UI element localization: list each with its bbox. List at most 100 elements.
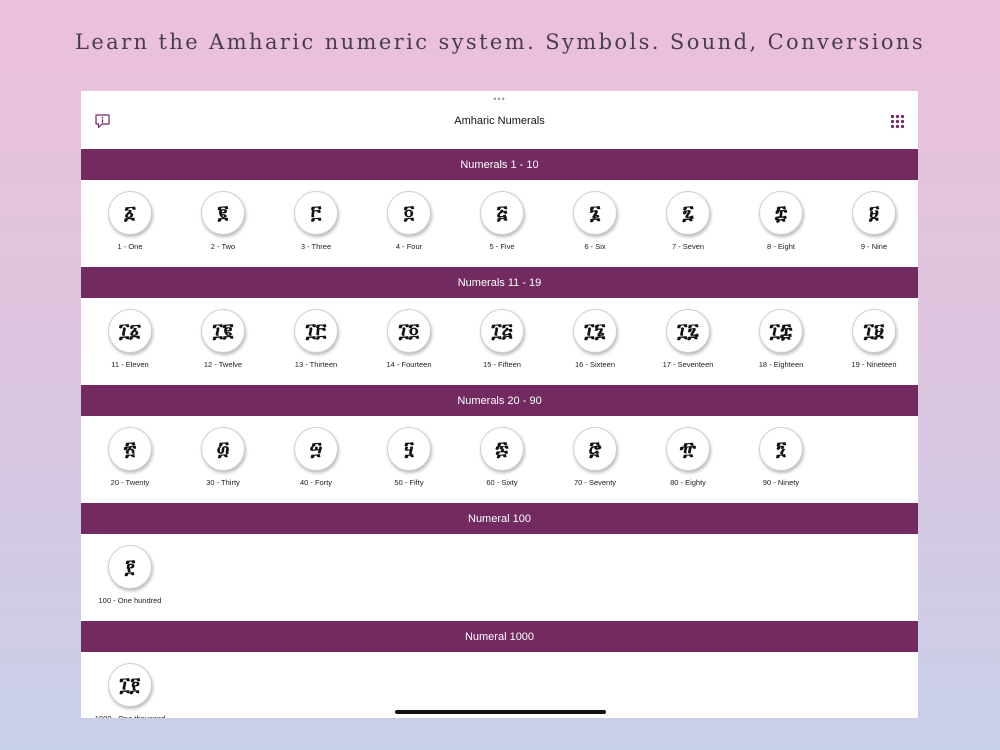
numeral-item[interactable]: ፯ 7 - Seven [642,191,735,251]
numeral-symbol-button[interactable]: ፲፻ [108,663,152,707]
numeral-item[interactable]: ፲፻ 1000 - One thousand [84,663,177,718]
app-title: Amharic Numerals [454,115,545,127]
numeral-label: 4 - Four [395,242,423,251]
section-header: Numerals 20 - 90 [81,385,918,416]
numeral-item[interactable]: ፹ 80 - Eighty [642,427,735,487]
numeral-item[interactable]: ፲፯ 17 - Seventeen [642,309,735,369]
numeral-item[interactable]: ፶ 50 - Fifty [363,427,456,487]
numeral-label: 7 - Seven [671,242,705,251]
grid-menu-icon[interactable] [890,114,905,129]
numeral-item[interactable]: ፲፩ 11 - Eleven [84,309,177,369]
numeral-item[interactable]: ፻ 100 - One hundred [84,545,177,605]
numeral-label: 20 - Twenty [110,478,150,487]
numeral-symbol-button[interactable]: ፳ [108,427,152,471]
section-header: Numerals 1 - 10 [81,149,918,180]
numeral-label: 13 - Thirteen [294,360,338,369]
numeral-symbol-button[interactable]: ፲፭ [480,309,524,353]
numeral-row: ፳ 20 - Twenty ፴ 30 - Thirty ፵ 40 - Forty ፶ 50 -… [81,416,918,503]
numeral-row: ፻ 100 - One hundred [81,534,918,621]
numeral-symbol-button[interactable]: ፲፬ [387,309,431,353]
numeral-item[interactable]: ፸ 70 - Seventy [549,427,642,487]
app-store-headline: Learn the Amharic numeric system. Symbol… [74,30,925,54]
numeral-symbol-button[interactable]: ፭ [480,191,524,235]
numeral-symbol-button[interactable]: ፯ [666,191,710,235]
numeral-item[interactable]: ፲፱ 19 - Nineteen [828,309,919,369]
window-grabber[interactable]: ••• [81,95,918,104]
numeral-item[interactable]: ፰ 8 - Eight [735,191,828,251]
numeral-item[interactable]: ፲፪ 12 - Twelve [177,309,270,369]
navigation-bar: Amharic Numerals [81,107,918,137]
numeral-symbol-button[interactable]: ፹ [666,427,710,471]
numeral-symbol-button[interactable]: ፵ [294,427,338,471]
numeral-label: 14 - Fourteen [386,360,432,369]
home-indicator[interactable] [395,710,606,714]
numeral-label: 17 - Seventeen [662,360,714,369]
numeral-symbol-button[interactable]: ፮ [573,191,617,235]
numeral-label: 2 - Two [210,242,236,251]
numeral-label: 60 - Sixty [486,478,518,487]
numeral-symbol-button[interactable]: ፲፫ [294,309,338,353]
numeral-label: 9 - Nine [860,242,888,251]
section-header: Numeral 1000 [81,621,918,652]
numeral-item[interactable]: ፫ 3 - Three [270,191,363,251]
numeral-symbol-button[interactable]: ፪ [201,191,245,235]
numeral-item[interactable]: ፭ 5 - Five [456,191,549,251]
numeral-row: ፩ 1 - One ፪ 2 - Two ፫ 3 - Three ፬ 4 - Four ፭ 5 - … [81,180,918,267]
numeral-item[interactable]: ፲፰ 18 - Eighteen [735,309,828,369]
numeral-label: 1000 - One thousand [95,714,165,718]
numeral-item[interactable]: ፪ 2 - Two [177,191,270,251]
numeral-symbol-button[interactable]: ፲፱ [852,309,896,353]
numeral-label: 30 - Thirty [206,478,240,487]
numeral-item[interactable]: ፩ 1 - One [84,191,177,251]
numeral-symbol-button[interactable]: ፰ [759,191,803,235]
numeral-item[interactable]: ፷ 60 - Sixty [456,427,549,487]
numeral-symbol-button[interactable]: ፺ [759,427,803,471]
numeral-label: 5 - Five [489,242,515,251]
numeral-item[interactable]: ፴ 30 - Thirty [177,427,270,487]
numeral-label: 12 - Twelve [203,360,243,369]
numeral-item[interactable]: ፵ 40 - Forty [270,427,363,487]
numeral-item[interactable]: ፲፬ 14 - Fourteen [363,309,456,369]
numeral-symbol-button[interactable]: ፴ [201,427,245,471]
numeral-label: 16 - Sixteen [574,360,616,369]
numeral-item[interactable]: ፮ 6 - Six [549,191,642,251]
numerals-list: Numerals 1 - 10 ፩ 1 - One ፪ 2 - Two ፫ 3 - Thre… [81,149,918,718]
numeral-symbol-button[interactable]: ፸ [573,427,617,471]
numeral-label: 80 - Eighty [670,478,706,487]
numeral-label: 1 - One [117,242,143,251]
numeral-symbol-button[interactable]: ፲፩ [108,309,152,353]
numeral-label: 19 - Nineteen [851,360,897,369]
numeral-symbol-button[interactable]: ፷ [480,427,524,471]
numeral-item[interactable]: ፺ 90 - Ninety [735,427,828,487]
numeral-item[interactable]: ፳ 20 - Twenty [84,427,177,487]
numeral-label: 15 - Fifteen [483,360,521,369]
numeral-symbol-button[interactable]: ፻ [108,545,152,589]
numeral-symbol-button[interactable]: ፫ [294,191,338,235]
numeral-symbol-button[interactable]: ፲፪ [201,309,245,353]
section-header: Numerals 11 - 19 [81,267,918,298]
numeral-label: 50 - Fifty [394,478,424,487]
numeral-item[interactable]: ፱ 9 - Nine [828,191,919,251]
numeral-symbol-button[interactable]: ፲፮ [573,309,617,353]
numeral-label: 3 - Three [300,242,332,251]
numeral-label: 6 - Six [584,242,606,251]
numeral-row: ፲፻ 1000 - One thousand [81,652,918,718]
numeral-symbol-button[interactable]: ፲፯ [666,309,710,353]
numeral-symbol-button[interactable]: ፩ [108,191,152,235]
numeral-label: 100 - One hundred [98,596,162,605]
numeral-label: 70 - Seventy [573,478,617,487]
numeral-symbol-button[interactable]: ፶ [387,427,431,471]
numeral-item[interactable]: ፲፮ 16 - Sixteen [549,309,642,369]
numeral-symbol-button[interactable]: ፲፰ [759,309,803,353]
numeral-item[interactable]: ፲፫ 13 - Thirteen [270,309,363,369]
numeral-symbol-button[interactable]: ፬ [387,191,431,235]
numeral-label: 11 - Eleven [111,360,149,369]
numeral-label: 18 - Eighteen [758,360,804,369]
section-header: Numeral 100 [81,503,918,534]
numeral-label: 8 - Eight [767,242,795,251]
numeral-item[interactable]: ፲፭ 15 - Fifteen [456,309,549,369]
numeral-symbol-button[interactable]: ፱ [852,191,896,235]
app-window: ••• Amharic Numerals Numerals 1 - 10 ፩ 1 -… [81,91,918,718]
numeral-item[interactable]: ፬ 4 - Four [363,191,456,251]
numeral-row: ፲፩ 11 - Eleven ፲፪ 12 - Twelve ፲፫ 13 - Thirtee… [81,298,918,385]
